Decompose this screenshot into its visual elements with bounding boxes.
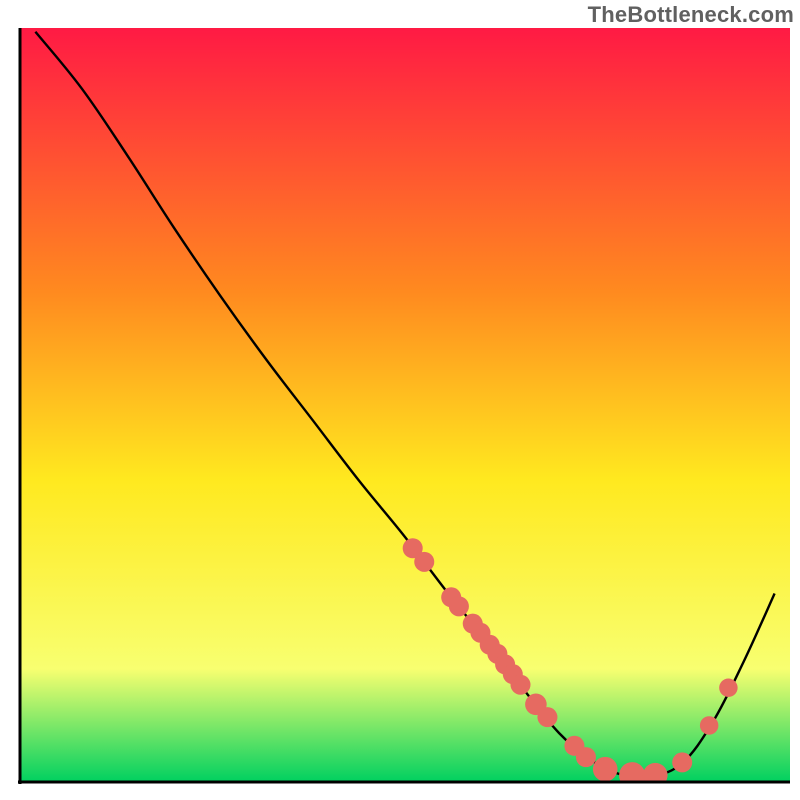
data-marker bbox=[414, 552, 434, 572]
data-marker bbox=[593, 757, 618, 782]
gradient-background bbox=[20, 28, 790, 782]
data-marker bbox=[510, 675, 530, 695]
data-marker bbox=[719, 679, 737, 697]
data-marker bbox=[672, 752, 692, 772]
data-marker bbox=[619, 762, 645, 788]
plot-area bbox=[18, 28, 790, 788]
data-marker bbox=[537, 707, 557, 727]
chart-stage: TheBottleneck.com bbox=[0, 0, 800, 800]
data-marker bbox=[449, 596, 469, 616]
bottleneck-chart bbox=[0, 0, 800, 800]
data-marker bbox=[700, 716, 718, 734]
watermark-text: TheBottleneck.com bbox=[588, 2, 794, 28]
data-marker bbox=[576, 747, 596, 767]
data-marker bbox=[643, 763, 668, 788]
